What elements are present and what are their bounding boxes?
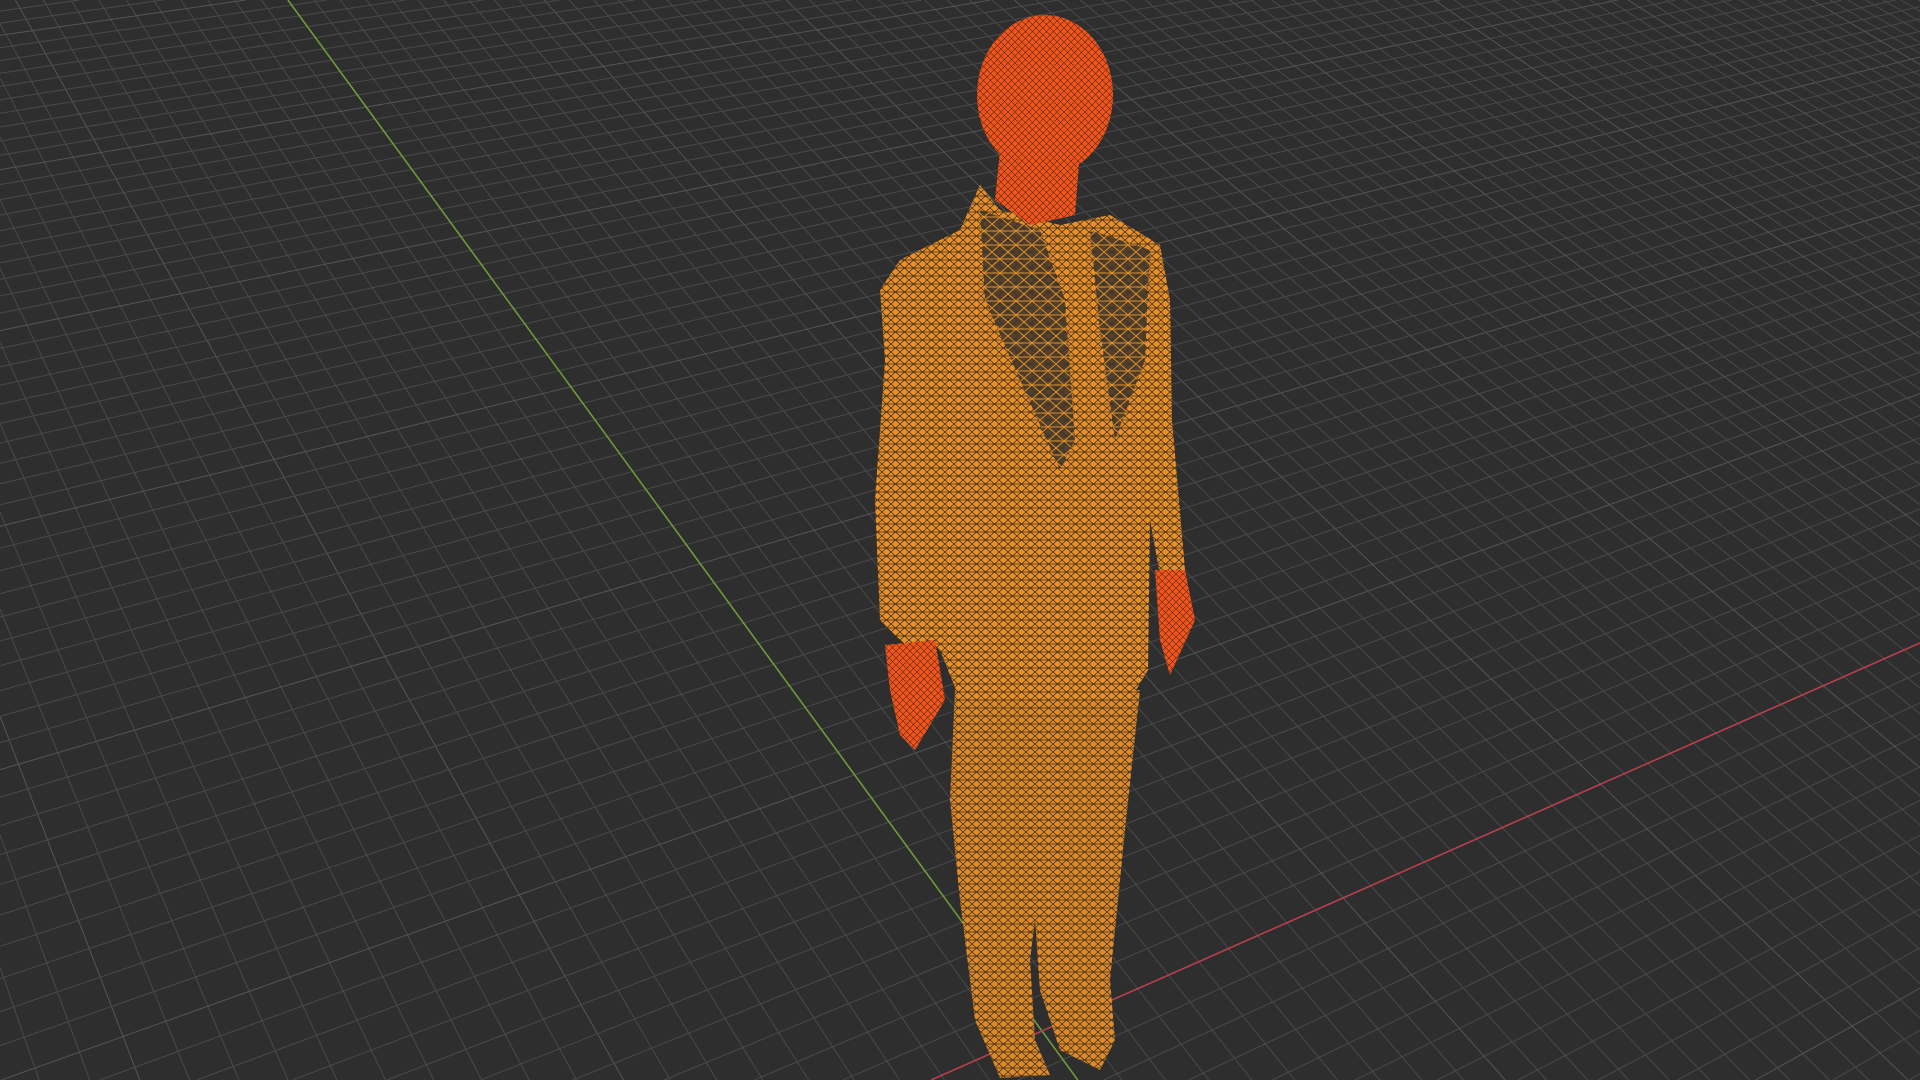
legs	[950, 690, 1140, 1078]
head	[977, 15, 1113, 225]
torso	[875, 185, 1185, 700]
3d-viewport[interactable]	[0, 0, 1920, 1080]
human-wireframe-mesh[interactable]	[0, 0, 1920, 1080]
